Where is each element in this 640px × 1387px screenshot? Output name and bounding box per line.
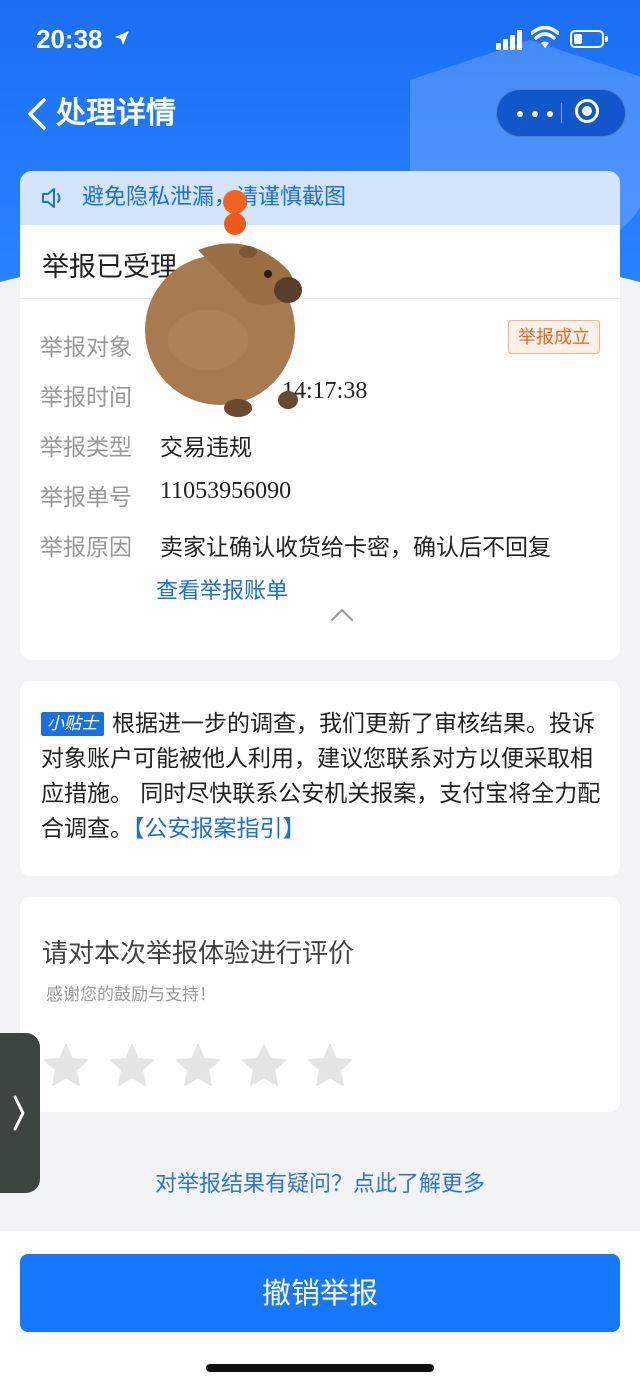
more-button[interactable] [515, 90, 559, 136]
speaker-icon [42, 188, 61, 208]
star-icon-4[interactable] [240, 1042, 288, 1090]
tips-tag: 小贴士 [41, 712, 104, 736]
tips-text: 根据进一步的调查，我们更新了审核结果。投诉对象账户可能被他人利用，建议您联系对方… [41, 711, 601, 842]
star-icon-1[interactable] [42, 1042, 90, 1090]
report-detail-card: 避免隐私泄漏，请谨慎截图 举报已受理 举报对象 举报成立 举报时间 14:17:… [20, 171, 620, 660]
rating-title: 请对本次举报体验进行评价 [42, 939, 355, 969]
capybara-sticker [145, 190, 302, 417]
close-miniapp-button[interactable] [569, 90, 615, 136]
rating-subtitle: 感谢您的鼓励与支持！ [46, 985, 216, 1005]
location-arrow-icon [115, 31, 129, 45]
star-icon-5[interactable] [306, 1042, 354, 1090]
back-button[interactable] [22, 92, 58, 136]
page-title: 处理详情 [56, 96, 176, 131]
row-value-number: 11053956090 [160, 478, 292, 504]
tips-content: 小贴士 根据进一步的调查，我们更新了审核结果。投诉对象账户可能被他人利用，建议您联… [41, 707, 603, 847]
star-icon-2[interactable] [108, 1042, 156, 1090]
row-label-type: 举报类型 [40, 435, 132, 461]
chevron-left-icon [28, 98, 46, 130]
police-report-guide-link[interactable]: 【公安报案指引】 [133, 816, 306, 842]
tips-card: 小贴士 根据进一步的调查，我们更新了审核结果。投诉对象账户可能被他人利用，建议您联… [20, 681, 620, 876]
status-time: 20:38 [36, 24, 103, 54]
row-value-reason: 卖家让确认收货给卡密，确认后不回复 [160, 535, 551, 561]
chevron-right-icon [13, 1095, 25, 1131]
row-value-type: 交易违规 [160, 435, 252, 461]
row-label-time: 举报时间 [40, 385, 132, 411]
status-badge: 举报成立 [508, 320, 600, 354]
home-indicator[interactable] [206, 1364, 434, 1372]
cellular-signal-icon [496, 30, 522, 50]
faq-link[interactable]: 对举报结果有疑问？点此了解更多 [0, 1166, 640, 1198]
star-icon-3[interactable] [174, 1042, 222, 1090]
status-bar: 20:38 [0, 0, 640, 80]
privacy-notice: 避免隐私泄漏，请谨慎截图 [20, 171, 620, 225]
row-label-number: 举报单号 [40, 485, 132, 511]
battery-icon [570, 30, 608, 48]
wifi-icon [531, 26, 559, 48]
view-report-bill-link[interactable]: 查看举报账单 [156, 573, 288, 605]
miniapp-capsule [496, 89, 626, 137]
rating-card: 请对本次举报体验进行评价 感谢您的鼓励与支持！ [20, 897, 620, 1112]
collapse-button[interactable] [327, 603, 357, 627]
chevron-up-icon [331, 609, 353, 621]
row-label-reason: 举报原因 [40, 535, 132, 561]
revoke-report-button[interactable]: 撤销举报 [20, 1254, 620, 1332]
row-label-target: 举报对象 [40, 335, 132, 361]
